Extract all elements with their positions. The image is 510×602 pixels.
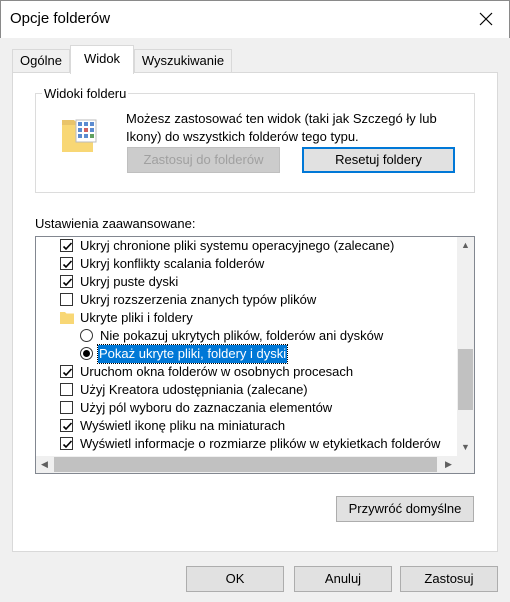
folder-view-icon xyxy=(60,114,100,156)
cancel-button[interactable]: Anuluj xyxy=(294,566,392,592)
list-item-label: Ukryj konflikty scalania folderów xyxy=(80,256,265,271)
tab-label: Wyszukiwanie xyxy=(141,53,225,68)
folder-icon xyxy=(60,311,74,324)
scrollbar-corner xyxy=(457,456,474,473)
list-item-label: Uruchom okna folderów w osobnych procesa… xyxy=(80,364,354,379)
scroll-down-icon[interactable]: ▼ xyxy=(457,439,474,456)
list-item[interactable]: Ukryte pliki i foldery xyxy=(36,309,456,327)
scrollbar-thumb[interactable] xyxy=(54,457,437,472)
checkbox-checked[interactable] xyxy=(60,419,73,432)
tab-view[interactable]: Widok xyxy=(70,45,134,74)
list-item-label: Użyj Kreatora udostępniania (zalecane) xyxy=(80,382,308,397)
list-item-label: Wyświetl informacje o rozmiarze plików w… xyxy=(80,436,441,451)
checkbox-checked[interactable] xyxy=(60,275,73,288)
radio-unselected[interactable] xyxy=(80,329,93,342)
horizontal-scrollbar[interactable]: ◀ ▶ xyxy=(36,456,457,473)
list-item[interactable]: Uruchom okna folderów w osobnych procesa… xyxy=(36,363,456,381)
tab-search[interactable]: Wyszukiwanie xyxy=(134,49,232,72)
tab-general[interactable]: Ogólne xyxy=(12,49,70,72)
tab-label: Widok xyxy=(83,51,121,66)
close-icon[interactable] xyxy=(474,7,498,31)
reset-folders-button[interactable]: Resetuj foldery xyxy=(302,147,455,173)
list-item-label: Użyj pól wyboru do zaznaczania elementów xyxy=(80,400,333,415)
list-item[interactable]: Ukryj puste dyski xyxy=(36,273,456,291)
folder-views-description: Możesz zastosować ten widok (taki jak Sz… xyxy=(126,111,437,144)
list-item-label: Ukryj rozszerzenia znanych typów plików xyxy=(80,292,317,307)
window-title: Opcje folderów xyxy=(10,10,111,27)
checkbox-checked[interactable] xyxy=(60,257,73,270)
vertical-scrollbar[interactable]: ▲ ▼ xyxy=(457,237,474,456)
ok-button[interactable]: OK xyxy=(186,566,284,592)
list-item[interactable]: Ukryj rozszerzenia znanych typów plików xyxy=(36,291,456,309)
list-item-label: Ukryte pliki i foldery xyxy=(80,310,193,325)
list-item[interactable]: Pokaż ukryte pliki, foldery i dyski xyxy=(36,344,456,364)
list-item-label: Ukryj chronione pliki systemu operacyjne… xyxy=(80,238,395,253)
list-item-label: Wyświetl ikonę pliku na miniaturach xyxy=(80,418,286,433)
apply-button[interactable]: Zastosuj xyxy=(400,566,498,592)
radio-selected[interactable] xyxy=(80,347,93,360)
checkbox-unchecked[interactable] xyxy=(60,383,73,396)
list-item-label: Pokaż ukryte pliki, foldery i dyski xyxy=(96,344,289,364)
scroll-left-icon[interactable]: ◀ xyxy=(36,456,53,473)
list-item[interactable]: Ukryj chronione pliki systemu operacyjne… xyxy=(36,237,456,255)
list-item[interactable]: Użyj Kreatora udostępniania (zalecane) xyxy=(36,381,456,399)
list-item[interactable]: Użyj pól wyboru do zaznaczania elementów xyxy=(36,399,456,417)
scroll-right-icon[interactable]: ▶ xyxy=(440,456,457,473)
folder-views-legend: Widoki folderu xyxy=(42,86,129,101)
checkbox-checked[interactable] xyxy=(60,239,73,252)
list-item[interactable]: Ukryj konflikty scalania folderów xyxy=(36,255,456,273)
tab-label: Ogólne xyxy=(20,53,62,68)
radio-dot xyxy=(83,350,90,357)
list-item-label: Nie pokazuj ukrytych plików, folderów an… xyxy=(100,328,384,343)
list-item-label: Ukryj puste dyski xyxy=(80,274,179,289)
list-item[interactable]: Wyświetl ikonę pliku na miniaturach xyxy=(36,417,456,435)
apply-to-folders-button[interactable]: Zastosuj do folderów xyxy=(127,147,280,173)
checkbox-checked[interactable] xyxy=(60,437,73,450)
checkbox-unchecked[interactable] xyxy=(60,293,73,306)
advanced-settings-label: Ustawienia zaawansowane: xyxy=(35,216,196,231)
restore-defaults-button[interactable]: Przywróć domyślne xyxy=(336,496,474,522)
scroll-up-icon[interactable]: ▲ xyxy=(457,237,474,254)
checkbox-checked[interactable] xyxy=(60,365,73,378)
scrollbar-thumb[interactable] xyxy=(458,349,473,410)
list-item[interactable]: Wyświetl informacje o rozmiarze plików w… xyxy=(36,435,456,453)
advanced-settings-tree[interactable]: Ukryj chronione pliki systemu operacyjne… xyxy=(35,236,475,474)
checkbox-unchecked[interactable] xyxy=(60,401,73,414)
list-item[interactable]: Nie pokazuj ukrytych plików, folderów an… xyxy=(36,327,456,345)
